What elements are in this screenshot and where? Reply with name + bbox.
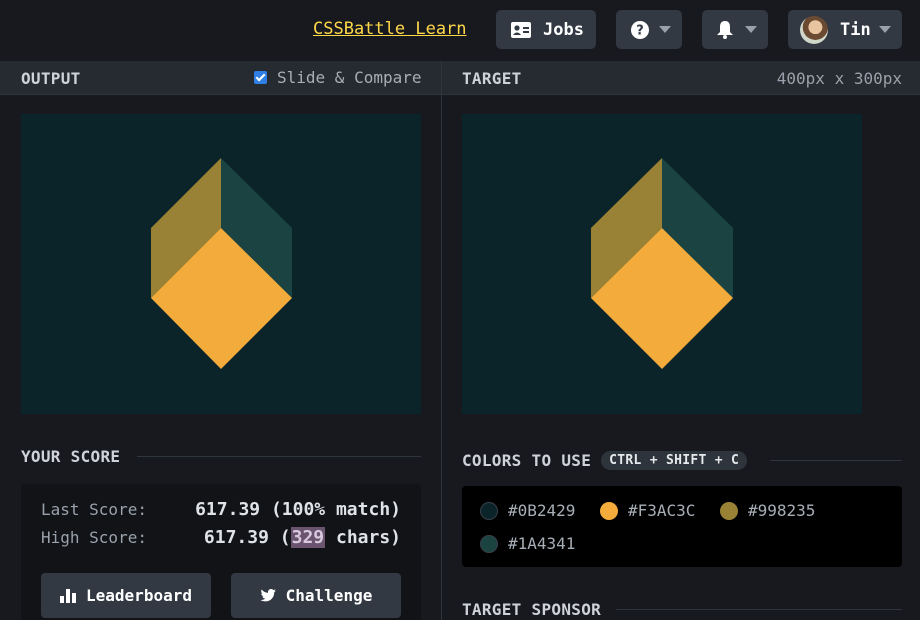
output-panel-header: OUTPUT Slide & Compare — [0, 61, 441, 95]
output-title: OUTPUT — [21, 69, 81, 88]
color-hex: #998235 — [748, 501, 816, 520]
challenge-label: Challenge — [285, 586, 373, 605]
color-swatch[interactable]: #1A4341 — [480, 534, 575, 553]
notifications-button[interactable] — [702, 10, 768, 49]
high-score-label: High Score: — [41, 528, 147, 547]
output-cube-drawing — [151, 158, 292, 369]
panel-divider — [441, 61, 442, 620]
sponsor-divider — [616, 609, 902, 610]
chevron-down-icon — [879, 26, 891, 33]
color-swatch[interactable]: #F3AC3C — [600, 501, 695, 520]
output-canvas[interactable] — [21, 114, 421, 414]
color-dot — [480, 534, 498, 553]
slide-compare-label: Slide & Compare — [277, 68, 422, 87]
chevron-down-icon — [745, 26, 757, 33]
question-circle-icon: ? — [631, 20, 649, 39]
target-title: TARGET — [462, 69, 522, 88]
chevron-down-icon — [659, 26, 671, 33]
copy-colors-shortcut: CTRL + SHIFT + C — [601, 451, 748, 470]
color-swatch[interactable]: #998235 — [720, 501, 815, 520]
slide-compare-toggle[interactable]: Slide & Compare — [254, 68, 422, 87]
colors-heading: COLORS TO USE CTRL + SHIFT + C — [462, 451, 748, 470]
help-menu-button[interactable]: ? — [616, 10, 682, 49]
your-score-heading: YOUR SCORE — [21, 447, 121, 466]
high-score-suffix: chars) — [325, 527, 401, 548]
target-canvas — [462, 114, 862, 414]
top-navbar: CSSBattle Learn Jobs ? Tin — [0, 0, 920, 61]
high-score-chars: 329 — [290, 527, 326, 548]
color-dot — [480, 501, 498, 520]
jobs-button[interactable]: Jobs — [496, 10, 596, 49]
leaderboard-button[interactable]: Leaderboard — [41, 573, 211, 618]
twitter-icon — [260, 588, 276, 603]
jobs-label: Jobs — [543, 19, 584, 40]
target-cube-drawing — [591, 158, 733, 369]
color-hex: #1A4341 — [508, 534, 576, 553]
svg-text:?: ? — [636, 23, 644, 38]
bar-chart-icon — [60, 588, 77, 603]
target-dimensions: 400px x 300px — [776, 69, 902, 88]
user-name: Tin — [840, 19, 871, 40]
bell-icon — [717, 20, 733, 39]
color-hex: #F3AC3C — [628, 501, 696, 520]
leaderboard-label: Leaderboard — [86, 586, 192, 605]
target-panel-header: TARGET 400px x 300px — [442, 61, 920, 95]
high-score-value: 617.39 (329 chars) — [204, 527, 401, 548]
last-score-label: Last Score: — [41, 500, 147, 519]
slide-compare-checkbox[interactable] — [254, 71, 267, 84]
target-sponsor-heading: TARGET SPONSOR — [462, 600, 602, 619]
high-score-number: 617.39 ( — [203, 527, 291, 548]
avatar — [800, 15, 828, 44]
user-menu-button[interactable]: Tin — [788, 10, 902, 49]
color-hex: #0B2429 — [508, 501, 576, 520]
last-score-value: 617.39 (100% match) — [195, 499, 401, 520]
id-card-icon — [511, 21, 531, 38]
challenge-button[interactable]: Challenge — [231, 573, 401, 618]
colors-divider — [770, 460, 902, 461]
color-palette: #0B2429 #F3AC3C #998235 #1A4341 — [462, 486, 902, 567]
color-dot — [600, 501, 618, 520]
score-divider — [137, 456, 421, 457]
cssbattle-learn-link[interactable]: CSSBattle Learn — [313, 19, 467, 39]
color-dot — [720, 501, 738, 520]
color-swatch[interactable]: #0B2429 — [480, 501, 575, 520]
colors-title: COLORS TO USE — [462, 451, 592, 470]
